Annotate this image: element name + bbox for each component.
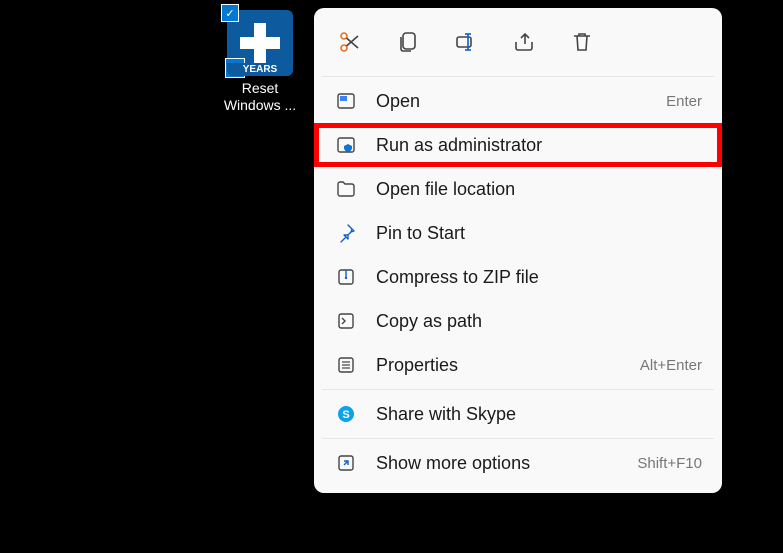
years-band-label: YEARS xyxy=(227,63,293,76)
menu-label: Open file location xyxy=(376,179,702,200)
menu-label: Show more options xyxy=(376,453,619,474)
scissors-icon xyxy=(338,30,362,54)
menu-label: Properties xyxy=(376,355,622,376)
menu-shortcut: Enter xyxy=(666,93,702,110)
menu-shortcut: Shift+F10 xyxy=(637,455,702,472)
menu-label: Pin to Start xyxy=(376,223,702,244)
trash-icon xyxy=(570,30,594,54)
menu-label: Open xyxy=(376,91,648,112)
menu-item-properties[interactable]: Properties Alt+Enter xyxy=(314,343,722,387)
menu-item-open[interactable]: Open Enter xyxy=(314,79,722,123)
menu-divider xyxy=(322,76,714,77)
menu-label: Run as administrator xyxy=(376,135,702,156)
copy-icon xyxy=(396,30,420,54)
share-button[interactable] xyxy=(508,26,540,58)
menu-item-pin-to-start[interactable]: Pin to Start xyxy=(314,211,722,255)
delete-button[interactable] xyxy=(566,26,598,58)
menu-item-compress-zip[interactable]: Compress to ZIP file xyxy=(314,255,722,299)
menu-label: Compress to ZIP file xyxy=(376,267,702,288)
context-menu: Open Enter Run as administrator Open fil… xyxy=(314,8,722,493)
skype-icon: S xyxy=(334,402,358,426)
rename-button[interactable] xyxy=(450,26,482,58)
shortcut-label: Reset Windows ... xyxy=(224,80,296,114)
more-options-icon xyxy=(334,451,358,475)
open-icon xyxy=(334,89,358,113)
properties-icon xyxy=(334,353,358,377)
menu-item-show-more-options[interactable]: Show more options Shift+F10 xyxy=(314,441,722,485)
checkmark-badge-icon: ✓ xyxy=(221,4,239,22)
menu-divider xyxy=(322,389,714,390)
run-admin-icon xyxy=(334,133,358,157)
pin-icon xyxy=(334,221,358,245)
svg-text:S: S xyxy=(342,409,349,421)
rename-icon xyxy=(454,30,478,54)
menu-item-share-skype[interactable]: S Share with Skype xyxy=(314,392,722,436)
menu-divider xyxy=(322,438,714,439)
copy-path-icon xyxy=(334,309,358,333)
menu-shortcut: Alt+Enter xyxy=(640,357,702,374)
menu-item-run-as-administrator[interactable]: Run as administrator xyxy=(314,123,722,167)
copy-button[interactable] xyxy=(392,26,424,58)
cut-button[interactable] xyxy=(334,26,366,58)
folder-icon xyxy=(334,177,358,201)
zip-icon xyxy=(334,265,358,289)
share-icon xyxy=(512,30,536,54)
desktop-shortcut-reset-windows[interactable]: ✓ ↗ YEARS Reset Windows ... xyxy=(220,10,300,114)
menu-label: Copy as path xyxy=(376,311,702,332)
shortcut-icon: ✓ ↗ YEARS xyxy=(227,10,293,76)
menu-item-copy-as-path[interactable]: Copy as path xyxy=(314,299,722,343)
context-toolbar xyxy=(314,16,722,74)
menu-label: Share with Skype xyxy=(376,404,702,425)
menu-item-open-file-location[interactable]: Open file location xyxy=(314,167,722,211)
